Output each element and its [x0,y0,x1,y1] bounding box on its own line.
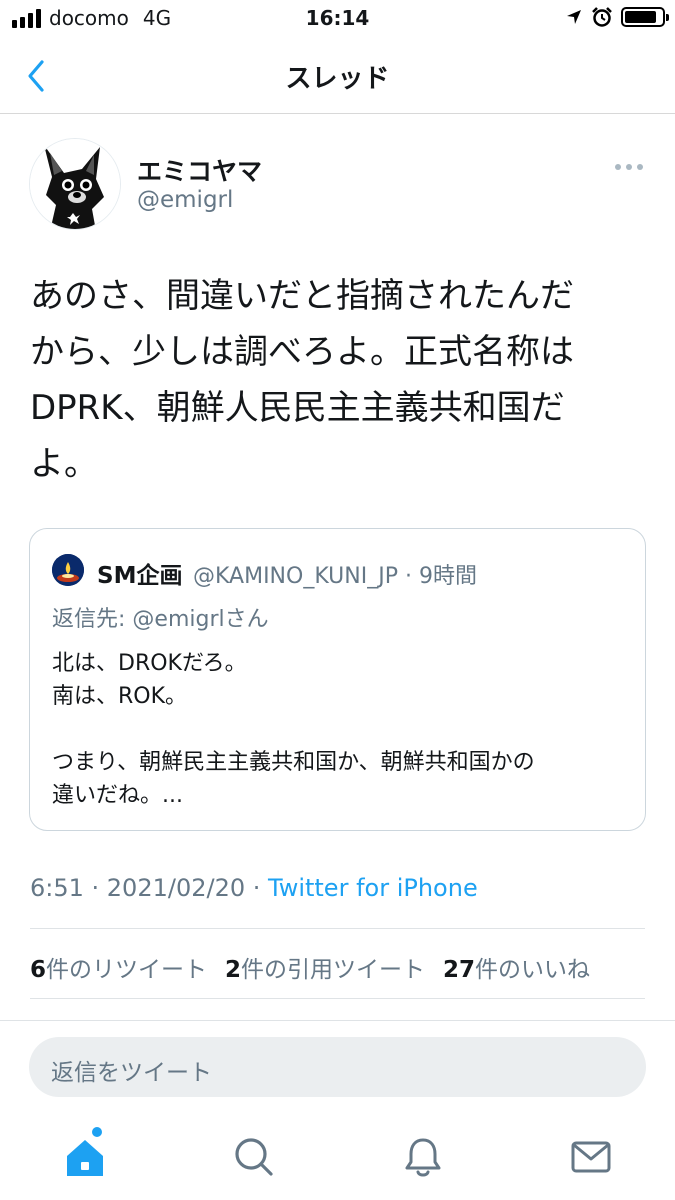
tab-search[interactable] [229,1132,279,1182]
tweet-stats: 6件のリツイート 2件の引用ツイート 27件のいいね [30,950,590,984]
alarm-clock-icon [592,7,612,27]
likes-stat[interactable]: 27件のいいね [443,950,590,984]
divider [30,998,645,999]
retweets-count: 6 [30,957,47,983]
divider [30,928,645,929]
location-arrow-icon [567,10,581,24]
source-link[interactable]: Twitter for iPhone [268,874,478,902]
status-right [565,6,669,28]
tweet-text-line: DPRK、朝鮮人民民主主義共和国だ [30,388,565,428]
quoted-text-line: つまり、朝鮮民主主義共和国か、朝鮮共和国かの [52,750,535,775]
battery-icon [621,7,669,27]
tab-messages[interactable] [566,1132,616,1182]
tab-home[interactable] [60,1132,110,1182]
quoted-avatar [52,554,84,586]
display-name[interactable]: エミコヤマ [137,152,262,188]
likes-count: 27 [443,957,476,983]
quoted-tweet-card[interactable]: SM企画 @KAMINO_KUNI_JP · 9時間 返信先: @emigrlさ… [29,528,646,831]
reply-placeholder: 返信をツイート [51,1060,212,1086]
more-horizontal-icon [615,164,643,170]
quoted-handle-time: @KAMINO_KUNI_JP · 9時間 [193,564,477,589]
reply-prefix: 返信先: [52,607,133,632]
quotes-stat[interactable]: 2件の引用ツイート [225,950,425,984]
tab-notifications[interactable] [398,1132,448,1182]
tweet-text-line: から、少しは調べろよ。正式名称は [30,332,574,372]
tweet-text-line: あのさ、間違いだと指摘されたんだ [30,276,574,316]
bell-icon [405,1138,441,1177]
quoted-display-name: SM企画 [97,563,183,589]
tweet-text-line: よ。 [30,444,98,484]
tweet-text: あのさ、間違いだと指摘されたんだ から、少しは調べろよ。正式名称は DPRK、朝… [30,268,650,492]
chihuahua-avatar-icon [30,139,120,229]
quoted-text-line: 北は、DROKだろ。 [52,651,247,676]
user-handle[interactable]: @emigrl [137,187,233,213]
notification-dot [92,1127,102,1137]
avatar[interactable] [29,138,121,230]
retweets-stat[interactable]: 6件のリツイート [30,950,207,984]
likes-label: 件のいいね [475,957,591,983]
quoted-tweet-text: 北は、DROKだろ。 南は、ROK。 つまり、朝鮮民主主義共和国か、朝鮮共和国か… [52,647,632,812]
mail-icon [571,1141,611,1173]
quotes-label: 件の引用ツイート [241,957,426,983]
quoted-text-line [52,713,632,746]
nav-bar: スレッド [0,40,675,114]
quoted-text-line: 違いだね。... [52,783,183,808]
divider [0,1020,675,1021]
quoted-reply-to: 返信先: @emigrlさん [52,601,269,633]
more-options-button[interactable] [612,158,646,176]
search-icon [235,1138,273,1176]
quotes-count: 2 [225,957,242,983]
home-icon [67,1140,103,1176]
timestamp-text: 6:51 · 2021/02/20 · [30,874,268,902]
quoted-text-line: 南は、ROK。 [52,684,188,709]
page-title: スレッド [285,64,390,94]
reply-input[interactable]: 返信をツイート [29,1037,646,1097]
reply-suffix: さん [224,607,269,632]
status-bar: docomo 4G 16:14 [0,0,675,38]
reply-mention: @emigrl [132,607,225,632]
tweet-timestamp: 6:51 · 2021/02/20 · Twitter for iPhone [30,874,478,902]
retweets-label: 件のリツイート [46,957,208,983]
candle-avatar-icon [52,554,84,586]
